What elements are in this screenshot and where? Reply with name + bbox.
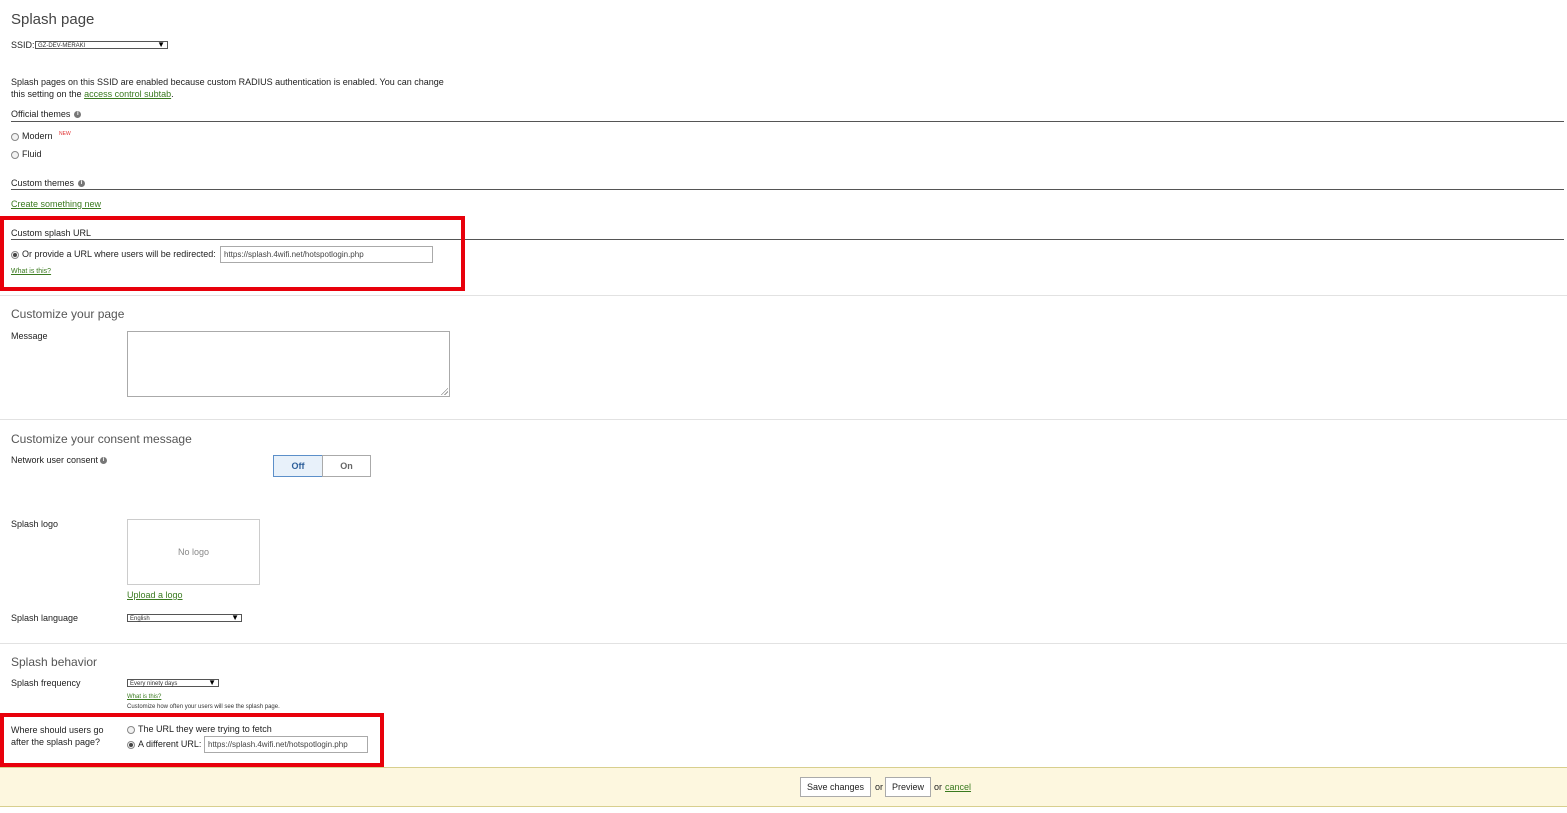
upload-logo-link[interactable]: Upload a logo [127, 590, 183, 600]
consent-label-wrap: Network user consent i [11, 455, 108, 465]
language-select[interactable]: English ▼ [127, 614, 242, 622]
notice-line2-prefix: this setting on the [11, 89, 82, 99]
splash-logo-label: Splash logo [11, 519, 59, 529]
theme-fluid-label: Fluid [22, 149, 42, 159]
consent-label: Network user consent [11, 455, 99, 465]
info-icon[interactable]: i [100, 457, 108, 465]
highlight-box [0, 713, 384, 767]
notice-line2-suffix: . [171, 89, 174, 99]
cancel-link[interactable]: cancel [945, 782, 971, 792]
radius-notice: Splash pages on this SSID are enabled be… [11, 76, 471, 100]
footer-or-text: or [875, 782, 884, 792]
radio-fluid[interactable] [11, 150, 19, 159]
frequency-selected-value: Every ninety days [130, 681, 178, 687]
customize-page-title: Customize your page [11, 307, 125, 321]
divider [11, 121, 1564, 122]
consent-title: Customize your consent message [11, 432, 192, 446]
chevron-down-icon: ▼ [157, 40, 165, 49]
logo-preview: No logo [127, 519, 260, 585]
consent-off-button[interactable]: Off [273, 455, 323, 477]
divider [11, 189, 1564, 190]
info-icon[interactable]: i [78, 180, 86, 188]
notice-line1: Splash pages on this SSID are enabled be… [11, 77, 444, 87]
message-textarea[interactable] [127, 331, 450, 397]
consent-on-button[interactable]: On [322, 455, 371, 477]
ssid-select[interactable]: GZ-DEV-MERAKI ▼ [35, 41, 168, 49]
preview-button[interactable]: Preview [885, 777, 931, 797]
official-themes-heading: Official themes i [11, 109, 82, 119]
info-icon[interactable]: i [74, 111, 82, 119]
section-divider [0, 419, 1567, 420]
new-badge: NEW [59, 131, 71, 137]
splash-frequency-label: Splash frequency [11, 678, 81, 688]
official-themes-title: Official themes [11, 109, 71, 119]
no-logo-text: No logo [177, 547, 210, 557]
chevron-down-icon: ▼ [231, 613, 239, 622]
radio-modern[interactable] [11, 132, 19, 141]
theme-modern-label: Modern [22, 131, 53, 141]
section-divider [0, 643, 1567, 644]
frequency-what-is-this-link[interactable]: What is this? [127, 694, 161, 700]
access-control-link[interactable]: access control subtab [84, 89, 171, 99]
footer-bar [0, 767, 1567, 807]
create-something-new-link[interactable]: Create something new [11, 199, 101, 209]
custom-themes-title: Custom themes [11, 178, 75, 188]
theme-option-fluid[interactable]: Fluid [11, 149, 42, 159]
ssid-label: SSID: [11, 40, 35, 50]
language-selected-value: English [130, 616, 150, 622]
frequency-select[interactable]: Every ninety days ▼ [127, 679, 219, 687]
ssid-selected-value: GZ-DEV-MERAKI [38, 43, 86, 49]
section-divider [0, 295, 1567, 296]
footer-or-text: or [934, 782, 943, 792]
splash-language-label: Splash language [11, 613, 79, 623]
splash-behavior-title: Splash behavior [11, 655, 98, 669]
chevron-down-icon: ▼ [208, 678, 216, 687]
highlight-box [0, 216, 465, 291]
resize-handle-icon[interactable] [440, 387, 448, 395]
save-changes-button[interactable]: Save changes [800, 777, 871, 797]
page-title: Splash page [11, 11, 95, 28]
message-label: Message [11, 331, 48, 341]
custom-themes-heading: Custom themes i [11, 178, 86, 188]
frequency-hint: Customize how often your users will see … [127, 704, 280, 710]
theme-option-modern[interactable]: Modern NEW [11, 131, 71, 141]
